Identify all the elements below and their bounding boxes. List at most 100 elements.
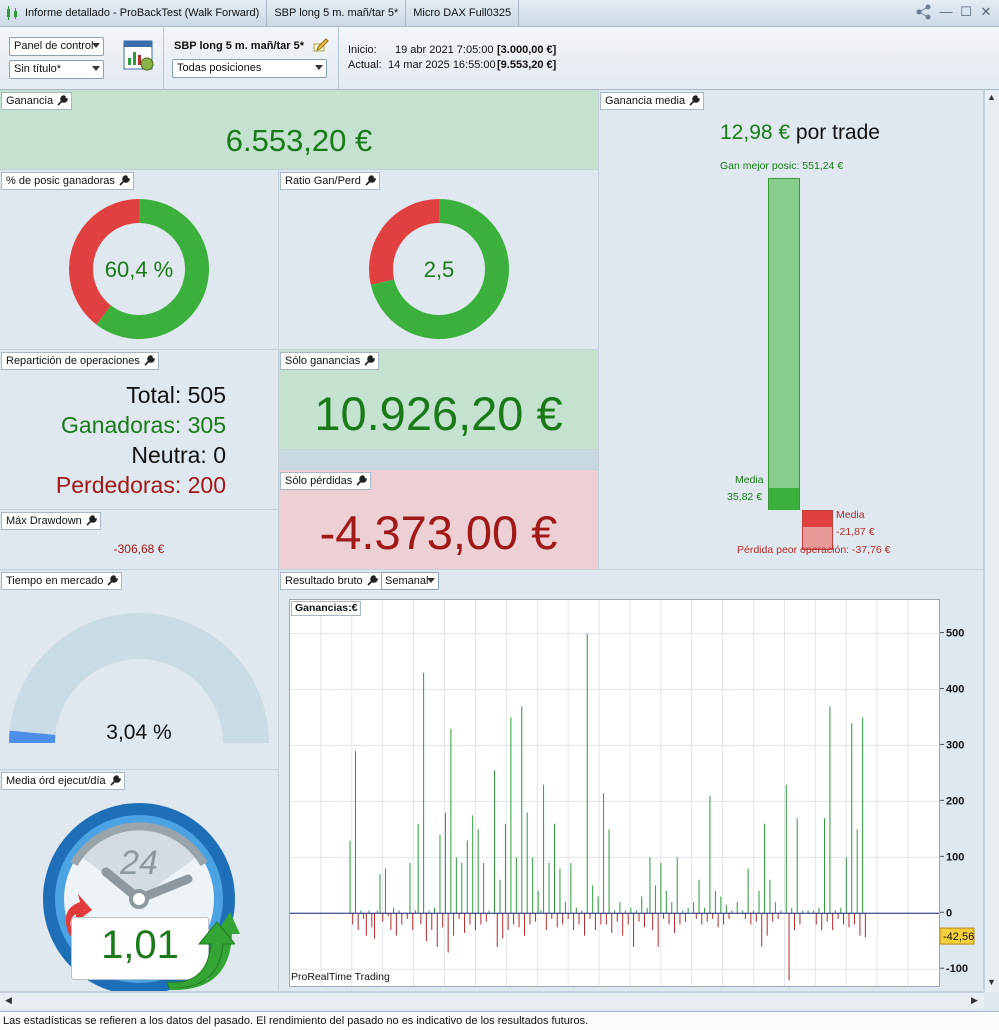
strategy-name: SBP long 5 m. mañ/tar 5*	[174, 40, 305, 52]
ops-neutra-value: 0	[213, 442, 226, 468]
best-trade-label: Gan mejor posic: 551,24 €	[720, 160, 844, 172]
title-select-value: Sin título*	[14, 63, 62, 75]
ganancia-title-text: Ganancia	[6, 95, 54, 107]
ganancia-title[interactable]: Ganancia	[1, 92, 73, 110]
max-drawdown-panel: Máx Drawdown -306,68 €	[0, 510, 279, 570]
tab-strategy[interactable]: SBP long 5 m. mañ/tar 5*	[267, 0, 407, 27]
solo-ganancias-title[interactable]: Sólo ganancias	[280, 352, 380, 370]
chart-y-axis: -100 0 100 200 300 400 500 -42,56	[940, 628, 975, 975]
toolbar: Panel de control Sin título* SBP long 5 …	[0, 27, 999, 90]
positions-select[interactable]: Todas posiciones	[172, 59, 327, 78]
ops-perdedoras: Perdedoras: 200	[56, 472, 226, 499]
scroll-up-icon[interactable]: ▲	[985, 91, 998, 104]
x-tick-label: 2024	[708, 985, 733, 986]
tab-instrument[interactable]: Micro DAX Full0325	[406, 0, 520, 27]
scroll-down-icon[interactable]: ▼	[985, 976, 998, 989]
pct-ganadoras-label: 60,4 %	[105, 257, 174, 282]
wrench-icon[interactable]	[56, 94, 69, 107]
solo-ganancias-value: 10.926,20 €	[314, 387, 563, 440]
tab-report[interactable]: Informe detallado - ProBackTest (Walk Fo…	[25, 0, 268, 27]
media-ordenes-title-text: Media órd ejecut/día	[6, 775, 106, 787]
y-tick-label: 200	[946, 795, 964, 807]
resultado-bruto-panel: Resultado bruto Semanal 2022 2023 2024 2025…	[279, 570, 984, 992]
pct-ganadoras-donut: 60,4 %	[68, 199, 209, 339]
panel-select-value: Panel de control	[14, 40, 94, 52]
green-arrow-icon	[166, 921, 235, 988]
ops-ganadoras-label: Ganadoras:	[61, 412, 182, 438]
pct-ganadoras-title[interactable]: % de posic ganadoras	[1, 172, 134, 190]
media-gain-bar	[769, 488, 799, 510]
media-loss-bar	[803, 511, 832, 528]
wrench-icon[interactable]	[688, 94, 701, 107]
wrench-icon[interactable]	[366, 574, 379, 587]
status-bar: Las estadísticas se refieren a los datos…	[0, 1011, 999, 1030]
minimize-icon[interactable]: —	[939, 4, 953, 20]
y-tick-label: 0	[946, 907, 952, 919]
ratio-title[interactable]: Ratio Gan/Perd	[280, 172, 380, 190]
candlestick-icon	[7, 6, 17, 20]
ops-perdedoras-label: Perdedoras:	[55, 472, 182, 498]
period-select[interactable]: Semanal	[381, 572, 439, 590]
inicio-date: 19 abr 2021 7:05:00	[395, 44, 494, 56]
y-tick-label: 500	[946, 628, 964, 640]
title-select[interactable]: Sin título*	[9, 60, 104, 79]
wrench-icon[interactable]	[364, 174, 377, 187]
status-disclaimer: Las estadísticas se refieren a los datos…	[3, 1015, 589, 1027]
vertical-scrollbar[interactable]: ▲ ▼	[984, 90, 999, 992]
edit-pencil-icon[interactable]	[313, 36, 329, 52]
solo-perdidas-title[interactable]: Sólo pérdidas	[280, 472, 372, 490]
title-bar: Informe detallado - ProBackTest (Walk Fo…	[0, 0, 999, 27]
close-icon[interactable]: ✕	[979, 4, 993, 20]
ganancia-panel: Ganancia 6.553,20 €	[0, 90, 599, 170]
x-tick-label: 2023	[568, 985, 592, 986]
y-tick-label: 400	[946, 684, 964, 696]
x-tick-label: 2022	[428, 985, 452, 986]
wrench-icon[interactable]	[118, 174, 131, 187]
y-tick-label: -100	[946, 963, 968, 975]
tiempo-mercado-title[interactable]: Tiempo en mercado	[1, 572, 123, 590]
chart-legend-label: Ganancias:	[295, 602, 352, 614]
reparticion-title[interactable]: Repartición de operaciones	[1, 352, 159, 370]
horizontal-scrollbar[interactable]: ◀ ▶	[0, 992, 984, 1009]
inicio-label: Inicio:	[348, 44, 377, 56]
actual-label: Actual:	[348, 59, 382, 71]
maximize-icon[interactable]: ☐	[959, 4, 973, 20]
max-drawdown-title[interactable]: Máx Drawdown	[1, 512, 101, 530]
ops-total-value: 505	[187, 382, 226, 408]
ops-ganadoras: Ganadoras: 305	[61, 412, 226, 439]
period-select-value: Semanal	[385, 575, 429, 587]
ganancia-media-title[interactable]: Ganancia media	[600, 92, 705, 110]
solo-ganancias-panel: Sólo ganancias 10.926,20 €	[279, 350, 599, 450]
report-settings-icon[interactable]	[123, 40, 155, 72]
resultado-bruto-title-text: Resultado bruto	[285, 575, 363, 587]
inicio-capital: [3.000,00 €]	[497, 44, 557, 56]
wrench-icon[interactable]	[85, 514, 98, 527]
scroll-left-icon[interactable]: ◀	[2, 994, 15, 1007]
ops-neutra: Neutra: 0	[131, 442, 226, 469]
toolbar-separator	[338, 27, 339, 90]
solo-ganancias-title-text: Sólo ganancias	[285, 355, 361, 367]
wrench-icon[interactable]	[143, 354, 156, 367]
results-chart: 2022 2023 2024 2025	[290, 600, 939, 991]
spacer-panel	[279, 450, 599, 470]
ganancia-media-title-text: Ganancia media	[605, 95, 686, 107]
x-tick-label: 2025	[850, 985, 874, 986]
scroll-right-icon[interactable]: ▶	[968, 994, 981, 1007]
chart-area[interactable]: 2022 2023 2024 2025 Ganancias:€ ProRealTime…	[289, 599, 940, 991]
tiempo-mercado-value: 3,04 %	[106, 721, 172, 744]
wrench-icon[interactable]	[109, 774, 122, 787]
resultado-bruto-title[interactable]: Resultado bruto	[280, 572, 382, 590]
wrench-icon[interactable]	[106, 574, 119, 587]
media-ordenes-title[interactable]: Media órd ejecut/día	[1, 772, 125, 790]
ganancia-value: 6.553,20 €	[225, 123, 373, 158]
share-icon[interactable]	[915, 4, 933, 20]
actual-date: 14 mar 2025 16:55:00	[388, 59, 496, 71]
wrench-icon[interactable]	[355, 474, 368, 487]
chevron-down-icon	[92, 66, 100, 71]
panel-select[interactable]: Panel de control	[9, 37, 104, 56]
ratio-title-text: Ratio Gan/Perd	[285, 175, 361, 187]
wrench-icon[interactable]	[363, 354, 376, 367]
media-loss-label: Media	[836, 509, 865, 521]
ops-total-label: Total:	[126, 382, 182, 408]
ganancia-media-suffix: por trade	[795, 121, 880, 144]
